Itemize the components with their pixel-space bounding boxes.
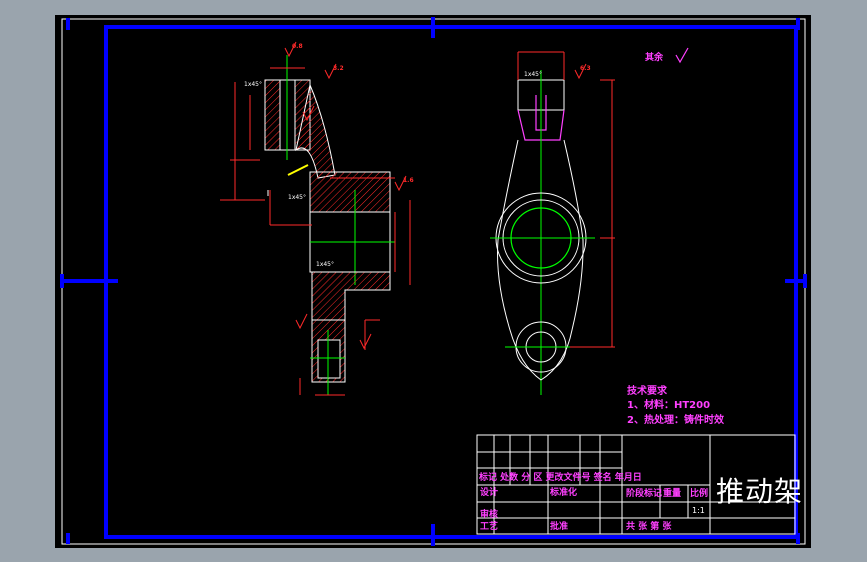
title-block-weight: 重量 (663, 489, 682, 499)
title-block-marks-row: 标记 处数 分 区 更改文件号 签名 年月日 (479, 473, 642, 483)
title-block-standardization: 标准化 (550, 488, 578, 498)
title-block-process: 工艺 (480, 522, 499, 532)
dim-chamfer-1: 1x45° (244, 81, 263, 88)
title-block-review: 审核 (480, 510, 499, 520)
dim-chamfer-2: 1x45° (288, 194, 307, 201)
title-block-approve: 批准 (550, 522, 569, 532)
tech-requirements-heading: 技术要求 (627, 386, 667, 397)
centering-marks (60, 17, 807, 546)
title-block-stage-mark: 阶段标记 (626, 489, 663, 499)
front-view (490, 47, 689, 395)
dim-roughness-a: 0.8 (292, 43, 303, 50)
dim-roughness-b: 3.2 (333, 65, 344, 72)
drawing-title: 推动架 (716, 475, 804, 508)
title-block-scale-label: 比例 (690, 489, 709, 499)
outer-border (61, 18, 806, 545)
blue-frame (104, 25, 798, 539)
tech-requirement-2: 2、热处理：铸件时效 (627, 415, 724, 426)
section-view (220, 41, 411, 396)
title-block-design: 设计 (480, 488, 499, 498)
title-block-sheets: 共 张 第 张 (626, 522, 672, 532)
dim-chamfer-4: 1x45° (524, 71, 543, 78)
dim-chamfer-3: 1x45° (316, 261, 335, 268)
dim-roughness-c: 1.6 (403, 177, 414, 184)
roughness-note: 其余 (645, 53, 664, 63)
dim-roughness-d: 6.3 (580, 65, 591, 72)
title-block-scale-value: 1:1 (692, 506, 705, 515)
tech-requirement-1: 1、材料：HT200 (627, 400, 711, 411)
